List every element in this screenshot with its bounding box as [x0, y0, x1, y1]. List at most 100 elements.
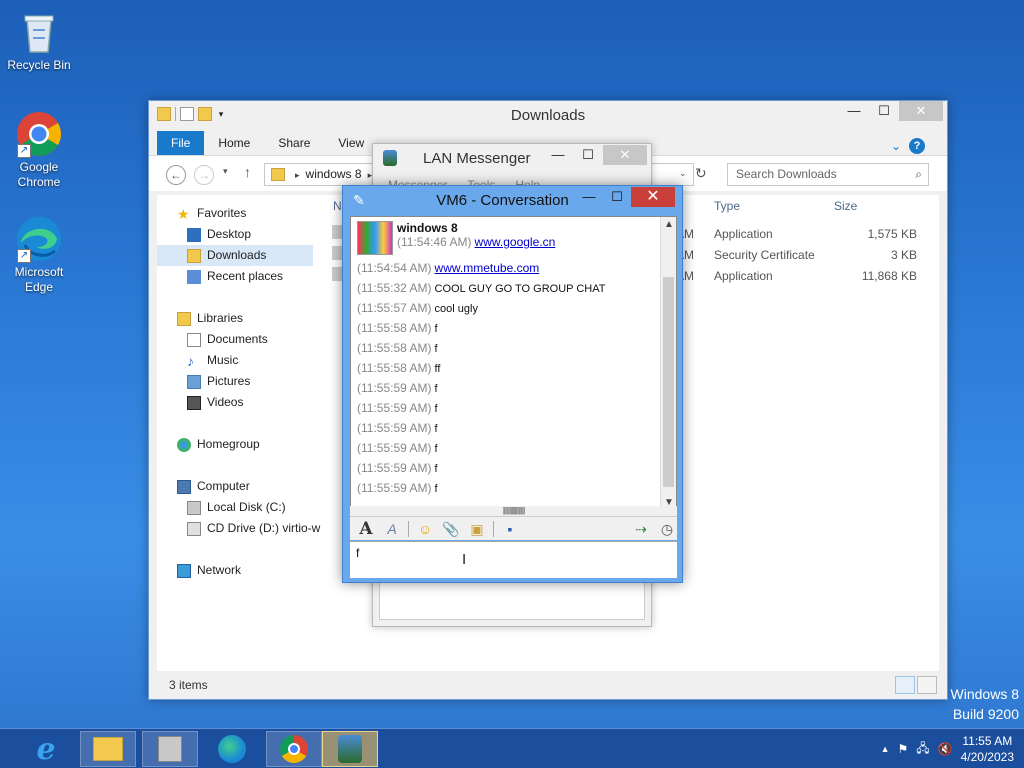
volume-muted-icon[interactable]: 🔇 [938, 742, 953, 756]
message-link[interactable]: www.mmetube.com [435, 261, 540, 275]
breadcrumb-arrow-icon: ▸ [295, 170, 300, 180]
close-button[interactable]: ✕ [631, 187, 675, 207]
large-icons-view-icon[interactable] [917, 676, 937, 694]
recent-locations-icon[interactable]: ▾ [223, 166, 228, 177]
documents-icon [187, 332, 201, 347]
nav-downloads[interactable]: Downloads [157, 245, 313, 266]
nav-network[interactable]: Network [177, 560, 241, 581]
nav-homegroup[interactable]: Homegroup [177, 434, 260, 455]
chat-message: (11:55:57 AM) cool ugly [357, 301, 478, 315]
details-view-icon[interactable] [895, 676, 915, 694]
history-icon[interactable]: ◷ [657, 520, 677, 538]
forward-button[interactable]: → [194, 165, 214, 185]
message-text: f [434, 483, 438, 495]
taskbar-chrome[interactable] [266, 731, 322, 767]
message-text: f [434, 443, 438, 455]
tab-view[interactable]: View [324, 131, 378, 155]
navigation-pane: ★ Favorites Desktop Downloads Recent plac… [157, 195, 320, 671]
desktop-icon-chrome[interactable]: ↗ Google Chrome [1, 110, 77, 190]
chat-message: (11:55:59 AM) f [357, 381, 438, 395]
conversation-window[interactable]: ✎ VM6 - Conversation — ☐ ✕ windows 8 (11… [342, 185, 683, 583]
file-icon [332, 225, 342, 239]
column-header-size[interactable]: Size [834, 199, 857, 213]
breadcrumb[interactable]: windows 8 [306, 167, 362, 181]
taskbar-setup[interactable] [142, 731, 198, 767]
clock[interactable]: 11:55 AM 4/20/2023 [961, 733, 1014, 765]
desktop-icon-edge[interactable]: ↗ Microsoft Edge [1, 215, 77, 295]
nav-label: Homegroup [197, 437, 260, 451]
nav-favorites[interactable]: ★ Favorites [177, 203, 246, 224]
window-title: Downloads [510, 107, 586, 124]
desktop-icon-recycle-bin[interactable]: Recycle Bin [1, 8, 77, 73]
status-bar: 3 items [149, 671, 947, 699]
close-button[interactable]: ✕ [899, 101, 943, 121]
nav-documents[interactable]: Documents [187, 329, 268, 350]
taskbar-edge[interactable] [204, 731, 260, 767]
message-text: f [434, 463, 438, 475]
maximize-button[interactable]: ☐ [869, 101, 899, 121]
nav-pictures[interactable]: Pictures [187, 371, 250, 392]
maximize-button[interactable]: ☐ [573, 145, 603, 165]
message-time: (11:55:58 AM) [357, 361, 432, 375]
message-link[interactable]: www.google.cn [475, 235, 556, 249]
taskbar-internet-explorer[interactable]: e [18, 731, 74, 767]
nav-label: Network [197, 563, 242, 577]
show-hidden-icons-icon[interactable]: ▲ [881, 744, 890, 754]
back-button[interactable]: ← [166, 165, 186, 185]
maximize-button[interactable]: ☐ [603, 187, 631, 207]
chat-history[interactable]: windows 8 (11:54:46 AM) www.google.cn (1… [350, 216, 677, 512]
nav-local-disk[interactable]: Local Disk (C:) [187, 497, 286, 518]
computer-icon [177, 479, 191, 494]
close-button[interactable]: ✕ [603, 145, 647, 165]
tab-home[interactable]: Home [204, 131, 264, 155]
nav-libraries[interactable]: Libraries [177, 308, 243, 329]
nav-desktop[interactable]: Desktop [187, 224, 251, 245]
taskbar: e ▲ ⚑ 🖧 🔇 11:55 AM 4/20/2023 [0, 728, 1024, 768]
refresh-icon[interactable]: ↻ [695, 165, 707, 182]
save-icon[interactable]: ▪ [500, 520, 520, 538]
up-button[interactable]: ↑ [244, 164, 251, 180]
desktop-icon [187, 227, 201, 242]
send-folder-icon[interactable]: ▣ [467, 520, 487, 538]
desktop-icon-label: Google Chrome [17, 160, 61, 189]
transfer-icon[interactable]: ⇢ [631, 520, 651, 538]
chat-scrollbar[interactable]: ▲ ▼ [660, 217, 676, 511]
explorer-titlebar[interactable]: ▾ Downloads — ☐ ✕ [149, 101, 947, 131]
file-type: Application [714, 227, 773, 241]
message-header: windows 8 (11:54:46 AM) www.google.cn [357, 221, 555, 255]
nav-music[interactable]: ♪ Music [187, 350, 238, 371]
network-tray-icon[interactable]: 🖧 [916, 739, 929, 760]
column-header-type[interactable]: Type [714, 199, 740, 213]
nav-computer[interactable]: Computer [177, 476, 250, 497]
star-icon: ★ [177, 205, 190, 222]
font-icon[interactable]: A [356, 520, 376, 538]
scroll-thumb[interactable] [663, 277, 674, 487]
search-input[interactable]: Search Downloads ⌕ [727, 163, 929, 186]
message-input[interactable]: f [350, 541, 677, 578]
internet-explorer-icon: e [36, 731, 56, 767]
column-header-name[interactable]: N [333, 199, 342, 213]
minimize-button[interactable]: — [575, 187, 603, 207]
nav-videos[interactable]: Videos [187, 392, 243, 413]
action-center-flag-icon[interactable]: ⚑ [898, 742, 909, 756]
chat-message: (11:54:46 AM) www.google.cn [397, 235, 555, 249]
nav-recent-places[interactable]: Recent places [187, 266, 283, 287]
tab-file[interactable]: File [157, 131, 205, 155]
minimize-button[interactable]: — [839, 101, 869, 121]
taskbar-lan-messenger[interactable] [322, 731, 378, 767]
tab-share[interactable]: Share [264, 131, 324, 155]
pane-splitter[interactable]: |||||||||||||||||||| [350, 506, 677, 516]
minimize-button[interactable]: — [543, 145, 573, 165]
nav-cd-drive[interactable]: CD Drive (D:) virtio-w [187, 518, 320, 539]
attach-file-icon[interactable]: 📎 [441, 520, 461, 538]
font-color-icon[interactable]: A [382, 520, 402, 538]
taskbar-file-explorer[interactable] [80, 731, 136, 767]
address-dropdown-icon[interactable]: ⌄ [679, 168, 687, 179]
desktop-icon-label: Recycle Bin [7, 58, 71, 72]
help-icon[interactable]: ? [909, 138, 925, 154]
scroll-up-icon[interactable]: ▲ [661, 217, 677, 233]
message-time: (11:55:58 AM) [357, 341, 432, 355]
smiley-icon[interactable]: ☺ [415, 520, 435, 538]
chat-message: (11:55:59 AM) f [357, 441, 438, 455]
clock-date: 4/20/2023 [960, 750, 1014, 764]
